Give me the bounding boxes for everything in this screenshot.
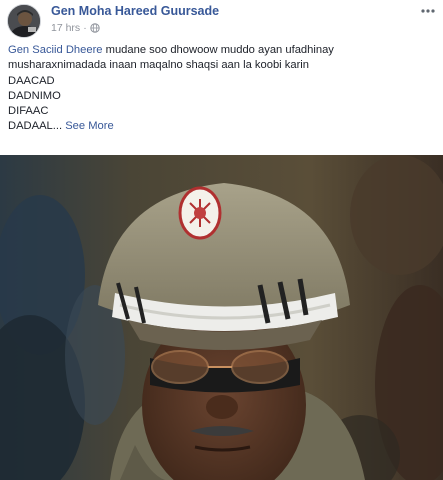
- post-timestamp[interactable]: 17 hrs: [51, 22, 80, 34]
- author-avatar[interactable]: [7, 4, 41, 38]
- post-text-line: Gen Saciid Dheere mudane soo dhowoow mud…: [8, 43, 438, 58]
- post-text-line: DADAAL... See More: [8, 119, 438, 134]
- author-name[interactable]: Gen Moha Hareed Guursade: [51, 4, 219, 18]
- post-header: Gen Moha Hareed Guursade 17 hrs ·: [0, 0, 443, 42]
- photo-image: [0, 155, 443, 480]
- post-text-segment: DADAAL...: [8, 120, 63, 133]
- post-text-line: DAACAD: [8, 74, 55, 87]
- post-photo[interactable]: [0, 155, 443, 480]
- post-text-segment: mudane soo dhowoow muddo ayan ufadhinay: [102, 44, 334, 56]
- mention-link[interactable]: Gen Saciid Dheere: [8, 44, 103, 56]
- post-meta: 17 hrs ·: [51, 22, 100, 34]
- post-text-line: musharaxnimadada inaan maqalno shaqsi aa…: [8, 59, 310, 72]
- avatar-image: [8, 5, 40, 37]
- globe-icon[interactable]: [89, 23, 100, 33]
- post-text-line: DIFAAC: [8, 105, 49, 118]
- see-more-link[interactable]: See More: [65, 120, 114, 132]
- meta-separator: ·: [83, 22, 87, 34]
- ellipsis-icon[interactable]: [419, 4, 437, 16]
- post-text: Gen Saciid Dheere mudane soo dhowoow mud…: [8, 43, 438, 135]
- post-text-line: DADNIMO: [8, 89, 61, 102]
